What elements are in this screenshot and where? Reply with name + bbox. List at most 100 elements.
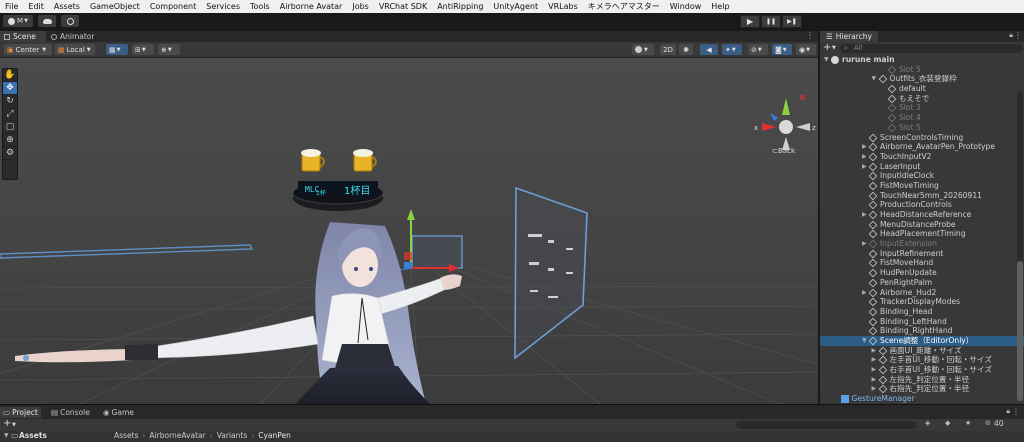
project-tree-root[interactable]: Assets [19, 431, 47, 440]
hierarchy-row[interactable]: ▼ Scene調整（EditorOnly） [820, 335, 1024, 346]
hierarchy-row[interactable]: GestureManager [820, 394, 1024, 404]
play-button[interactable]: ▶ [740, 15, 760, 28]
hand-tool[interactable]: ✋ [3, 69, 17, 82]
hierarchy-row[interactable]: Slot 5 [820, 123, 1024, 133]
menu-item[interactable]: Window [665, 2, 707, 11]
hierarchy-search-input[interactable]: ⌕ All [840, 44, 1023, 53]
hierarchy-scroll-thumb[interactable] [1017, 261, 1023, 401]
more-options-icon[interactable]: ⋮ [1014, 31, 1022, 40]
collapse-arrow-icon[interactable]: ▶ [862, 162, 867, 172]
hierarchy-row[interactable]: ▶ HeadDistanceReference [820, 210, 1024, 220]
add-asset-button[interactable]: + [3, 418, 11, 429]
tab-console[interactable]: ▤ Console [48, 407, 93, 418]
menu-item[interactable]: Airborne Avatar [275, 2, 348, 11]
tab-project[interactable]: ▭ Project [0, 407, 41, 418]
hierarchy-row[interactable]: ▶ Airborne_AvatarPen_Prototype [820, 142, 1024, 152]
scale-tool[interactable]: ⤢ [3, 108, 17, 121]
collapse-arrow-icon[interactable]: ▶ [872, 384, 877, 394]
tab-game[interactable]: ◉ Game [100, 407, 137, 418]
hierarchy-row[interactable]: default [820, 84, 1024, 94]
increment-snap-button[interactable]: ⧻ ▼ [158, 44, 180, 55]
menu-item[interactable]: Tools [245, 2, 275, 11]
expand-arrow-icon[interactable]: ▼ [862, 336, 867, 346]
hierarchy-row[interactable]: ▶ Airborne_Hud2 [820, 288, 1024, 298]
breadcrumb-item[interactable]: CyanPen [258, 431, 291, 440]
more-options-icon[interactable]: ⋮ [806, 31, 814, 40]
tab-animator[interactable]: Animator [47, 31, 102, 42]
lighting-button[interactable]: ✺ [679, 44, 693, 55]
collapse-arrow-icon[interactable]: ▶ [862, 152, 867, 162]
label-icon[interactable]: ◆ [945, 419, 950, 427]
settings-button[interactable] [61, 15, 79, 27]
hierarchy-row[interactable]: Binding_RightHand [820, 326, 1024, 336]
menu-item[interactable]: Assets [49, 2, 85, 11]
hidden-objects-button[interactable]: ⊘ ▼ [748, 44, 768, 55]
snap-increment-button[interactable]: ⊞ ▼ [132, 44, 154, 55]
hierarchy-row[interactable]: ▶ 画面UI_距離・サイズ [820, 346, 1024, 356]
camera-button[interactable]: ◙ ▼ [772, 44, 792, 55]
collapse-arrow-icon[interactable]: ▶ [862, 210, 867, 220]
move-tool[interactable]: ✥ [3, 82, 17, 95]
lock-icon[interactable]: 🔒︎ [1009, 31, 1013, 40]
menu-item[interactable]: Component [145, 2, 201, 11]
hierarchy-row[interactable]: ProductionControls [820, 200, 1024, 210]
hierarchy-row[interactable]: ▶ InputExtension [820, 239, 1024, 249]
cloud-button[interactable] [38, 15, 56, 27]
hierarchy-row[interactable]: InputRefinement [820, 249, 1024, 259]
hierarchy-row[interactable]: Slot 5 [820, 65, 1024, 75]
menu-item[interactable]: キメラヘアマスター [583, 1, 665, 12]
expand-arrow-icon[interactable]: ▼ [824, 55, 829, 65]
hierarchy-row[interactable]: FistMoveTiming [820, 181, 1024, 191]
hierarchy-row[interactable]: Slot 3 [820, 103, 1024, 113]
breadcrumb-item[interactable]: AirborneAvatar [149, 431, 205, 440]
collapse-arrow-icon[interactable]: ▶ [862, 239, 867, 249]
more-options-icon[interactable]: 🔒︎ [1006, 407, 1010, 416]
rotate-tool[interactable]: ↻ [3, 95, 17, 108]
hierarchy-row[interactable]: ▶ TouchInputV2 [820, 152, 1024, 162]
transform-tool[interactable]: ⊕ [3, 134, 17, 147]
menu-item[interactable]: Jobs [347, 2, 374, 11]
draw-mode-button[interactable]: ▼ [632, 44, 654, 55]
hierarchy-row[interactable]: Binding_LeftHand [820, 317, 1024, 327]
space-dropdown[interactable]: ▦ Local ▼ [55, 44, 95, 55]
step-button[interactable]: ▶❚ [782, 15, 802, 28]
more-options-icon[interactable]: ⋮ [1012, 407, 1020, 416]
pivot-dropdown[interactable]: ▣ Center ▼ [4, 44, 52, 55]
hierarchy-row[interactable]: ▶ 右指先_判定位置・半径 [820, 384, 1024, 394]
breadcrumb-item[interactable]: Variants [217, 431, 248, 440]
rect-tool[interactable]: ▢ [3, 121, 17, 134]
menu-item[interactable]: Help [706, 2, 734, 11]
hierarchy-row[interactable]: ▶ LaserInput [820, 162, 1024, 172]
collapse-arrow-icon[interactable]: ▶ [872, 375, 877, 385]
hierarchy-row[interactable]: ▼ rurune main [820, 55, 1024, 65]
effects-button[interactable]: ✦ ▼ [722, 44, 742, 55]
menu-item[interactable]: Edit [23, 2, 49, 11]
account-button[interactable]: M ▼ [3, 15, 33, 27]
menu-item[interactable]: AntiRipping [432, 2, 488, 11]
hierarchy-row[interactable]: MenuDistanceProbe [820, 220, 1024, 230]
hierarchy-row[interactable]: ▶ 左指先_判定位置・半径 [820, 375, 1024, 385]
collapse-arrow-icon[interactable]: ▶ [872, 365, 877, 375]
menu-item[interactable]: GameObject [85, 2, 145, 11]
hierarchy-row[interactable]: HudPenUpdate [820, 268, 1024, 278]
pause-button[interactable]: ❚❚ [761, 15, 781, 28]
hierarchy-row[interactable]: Slot 4 [820, 113, 1024, 123]
menu-item[interactable]: UnityAgent [488, 2, 543, 11]
filter-icon[interactable]: ◈ [925, 419, 930, 427]
audio-button[interactable]: ◀ [700, 44, 718, 55]
hierarchy-row[interactable]: PenRightPalm [820, 278, 1024, 288]
menu-item[interactable]: Services [201, 2, 245, 11]
hierarchy-row[interactable]: TouchNear5mm_20260911 [820, 191, 1024, 201]
star-icon[interactable]: ★ [965, 419, 971, 427]
scene-viewport[interactable]: MLC 1杯 1杯目 x z ⊂ Back ✋ ✥ ↻ ⤢ ▢ ⊕ ⚙ [0, 58, 818, 404]
menu-item[interactable]: VRLabs [543, 2, 583, 11]
hierarchy-row[interactable]: HeadPlacementTiming [820, 229, 1024, 239]
hierarchy-row[interactable]: FistMoveHand [820, 258, 1024, 268]
hierarchy-row[interactable]: ▶ 右手首UI_移動・回転・サイズ [820, 365, 1024, 375]
collapse-arrow-icon[interactable]: ▶ [872, 355, 877, 365]
breadcrumb-item[interactable]: Assets [114, 431, 138, 440]
hierarchy-row[interactable]: もえそで [820, 94, 1024, 104]
add-object-button[interactable]: + [823, 42, 831, 53]
collapse-arrow-icon[interactable]: ▶ [862, 142, 867, 152]
hierarchy-row[interactable]: ▶ 左手首UI_移動・回転・サイズ [820, 355, 1024, 365]
